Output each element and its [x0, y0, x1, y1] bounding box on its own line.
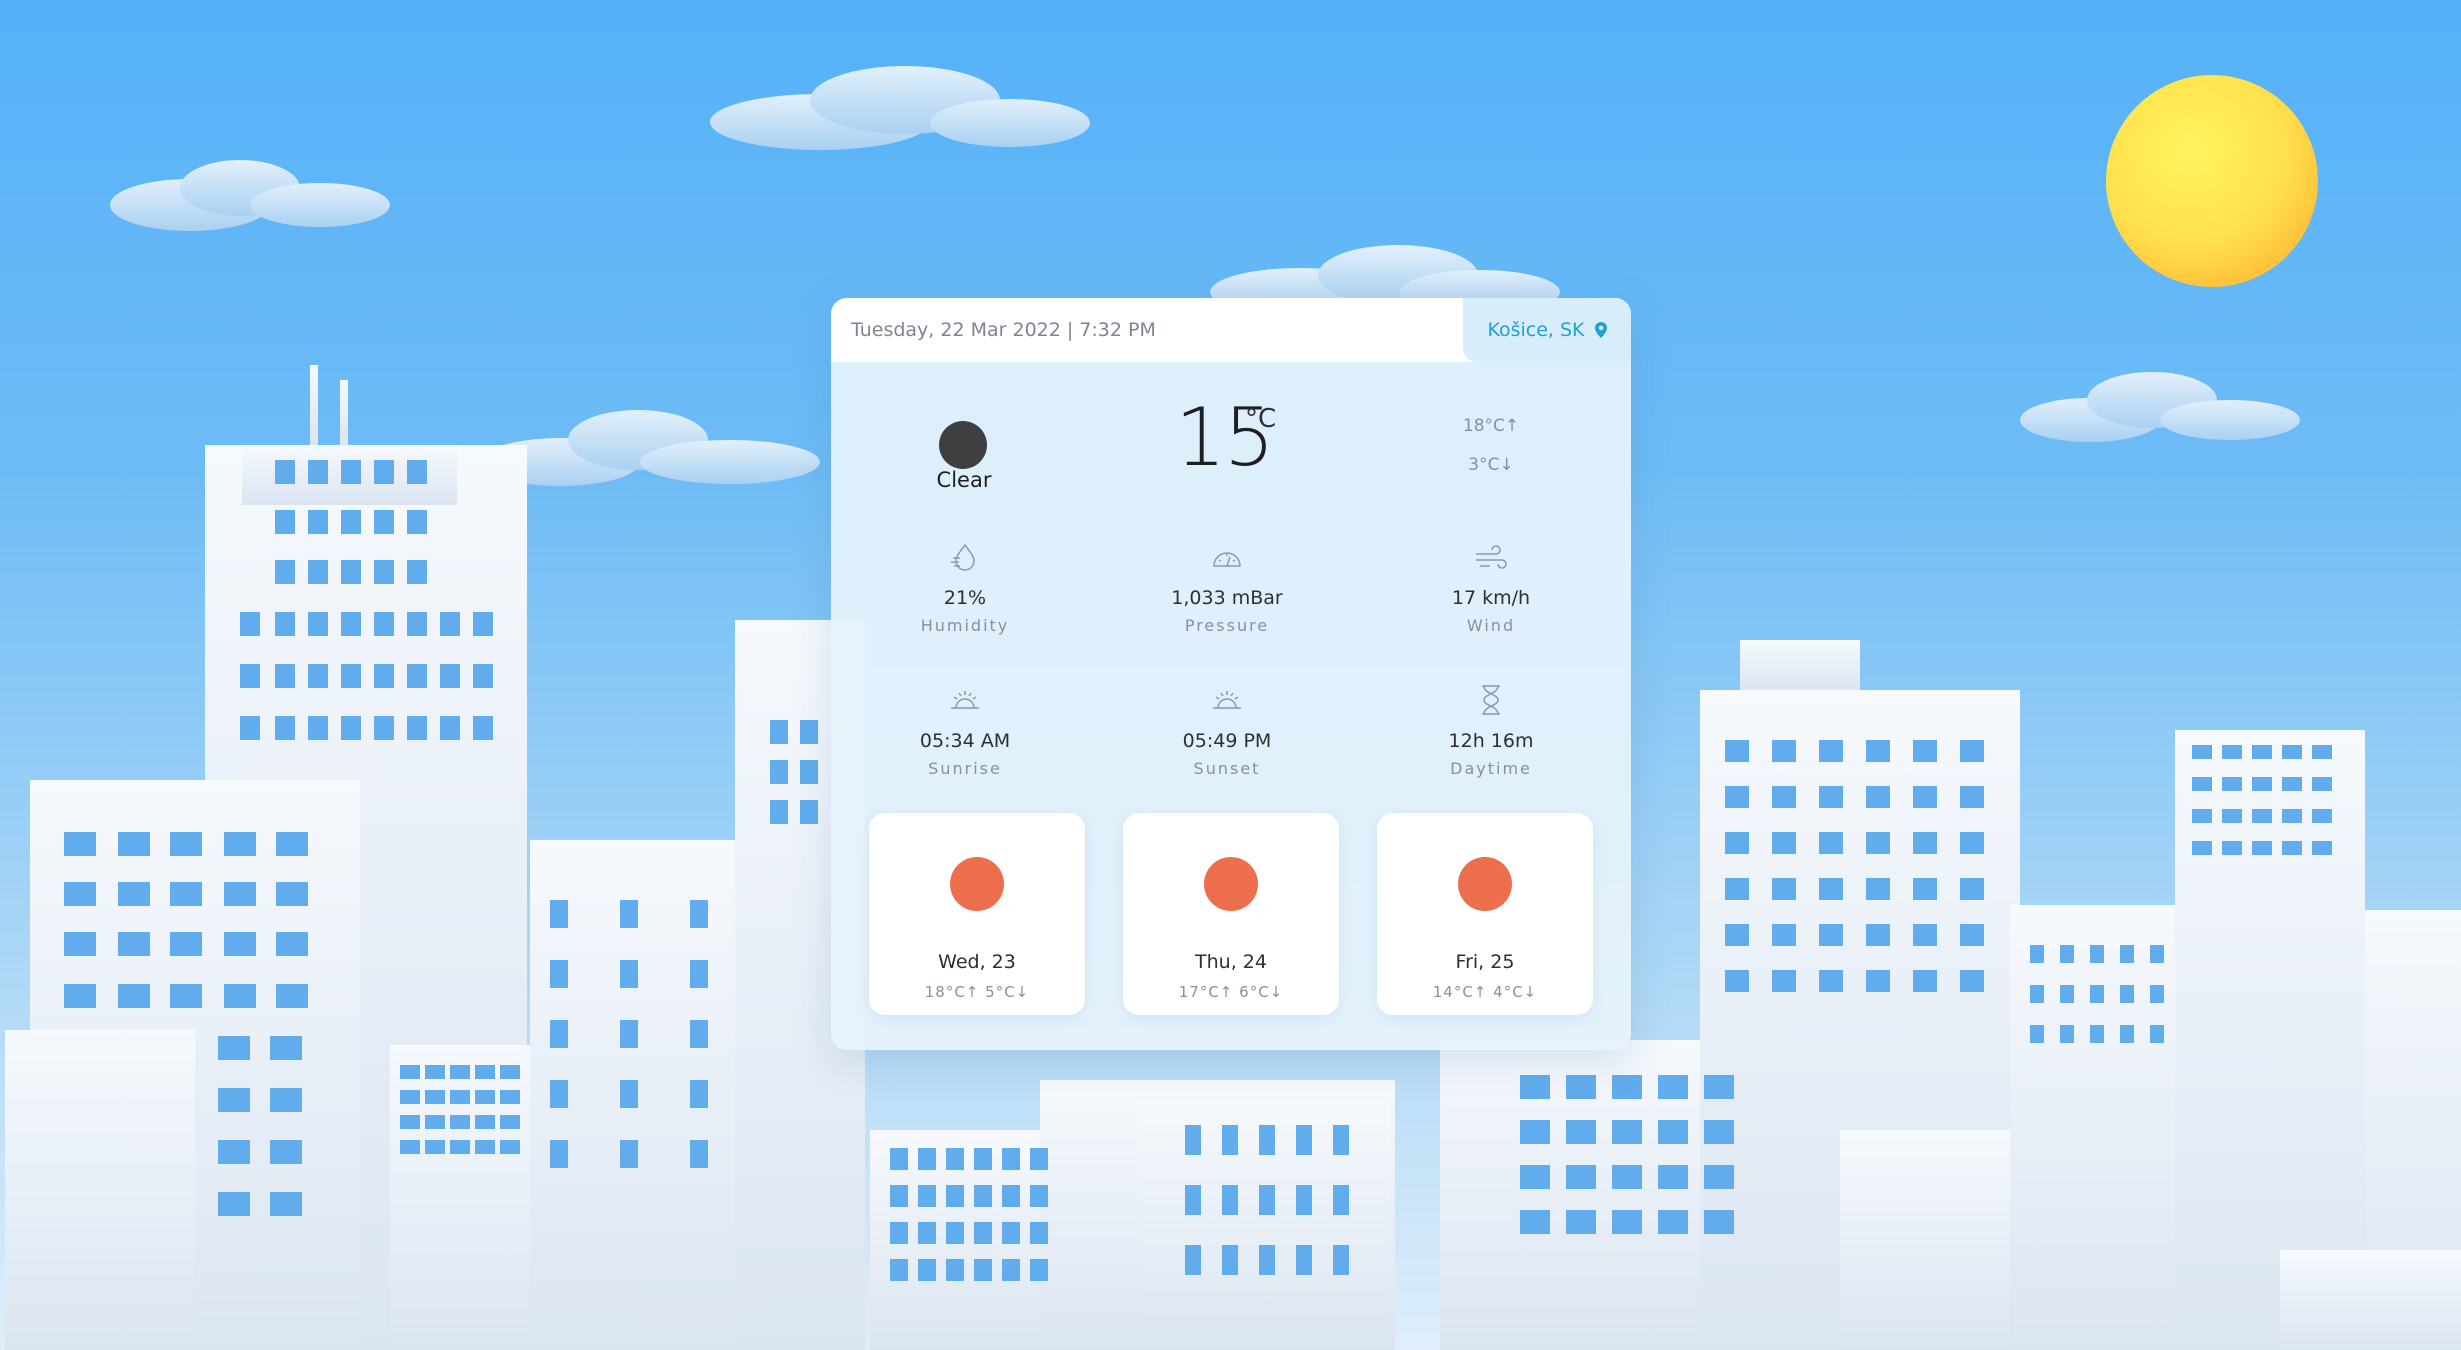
humidity-icon: [951, 543, 975, 571]
wind-value: 17 km/h: [1451, 587, 1531, 609]
sun-icon: [950, 857, 1004, 911]
location-label: Košice, SK: [1487, 319, 1585, 341]
forecast-range: 14°C↑ 4°C↓: [1432, 983, 1538, 1001]
forecast-range: 17°C↑ 6°C↓: [1178, 983, 1284, 1001]
card-header: Tuesday, 22 Mar 2022 | 7:32 PM Košice, S…: [831, 298, 1631, 362]
moon-icon: [939, 421, 987, 469]
sunset-label: Sunset: [1193, 759, 1261, 778]
temperature-unit: °C: [1245, 404, 1277, 434]
sunrise-icon: [951, 691, 979, 709]
sun-icon: [1204, 857, 1258, 911]
pressure-icon: [1213, 552, 1241, 567]
daytime-value: 12h 16m: [1448, 730, 1534, 752]
daytime-label: Daytime: [1450, 759, 1532, 778]
forecast-card-thu[interactable]: Thu, 24 17°C↑ 6°C↓: [1123, 813, 1339, 1015]
forecast-card-wed[interactable]: Wed, 23 18°C↑ 5°C↓: [869, 813, 1085, 1015]
sun: [2106, 75, 2318, 287]
temp-low: 3°C↓: [1468, 455, 1514, 475]
pressure-value: 1,033 mBar: [1171, 587, 1283, 609]
sun-icon: [1458, 857, 1512, 911]
forecast-day: Fri, 25: [1455, 951, 1515, 973]
current-datetime: Tuesday, 22 Mar 2022 | 7:32 PM: [851, 319, 1156, 341]
humidity-label: Humidity: [920, 616, 1010, 635]
forecast-day: Wed, 23: [938, 951, 1016, 973]
sunset-value: 05:49 PM: [1182, 730, 1272, 752]
humidity-value: 21%: [943, 587, 987, 609]
wind-icon: [1476, 545, 1507, 569]
location-button[interactable]: Košice, SK: [1463, 298, 1631, 362]
forecast-day: Thu, 24: [1195, 951, 1267, 973]
condition-label: Clear: [936, 468, 992, 492]
hourglass-icon: [1482, 685, 1500, 715]
weather-card: Tuesday, 22 Mar 2022 | 7:32 PM Košice, S…: [831, 298, 1631, 1050]
map-pin-icon: [1594, 322, 1607, 338]
forecast-range: 18°C↑ 5°C↓: [924, 983, 1030, 1001]
sunset-icon: [1213, 691, 1241, 709]
sunrise-value: 05:34 AM: [919, 730, 1011, 752]
temp-high: 18°C↑: [1462, 416, 1520, 436]
pressure-label: Pressure: [1184, 616, 1270, 635]
wind-label: Wind: [1466, 616, 1516, 635]
sunrise-label: Sunrise: [928, 759, 1002, 778]
forecast-card-fri[interactable]: Fri, 25 14°C↑ 4°C↓: [1377, 813, 1593, 1015]
